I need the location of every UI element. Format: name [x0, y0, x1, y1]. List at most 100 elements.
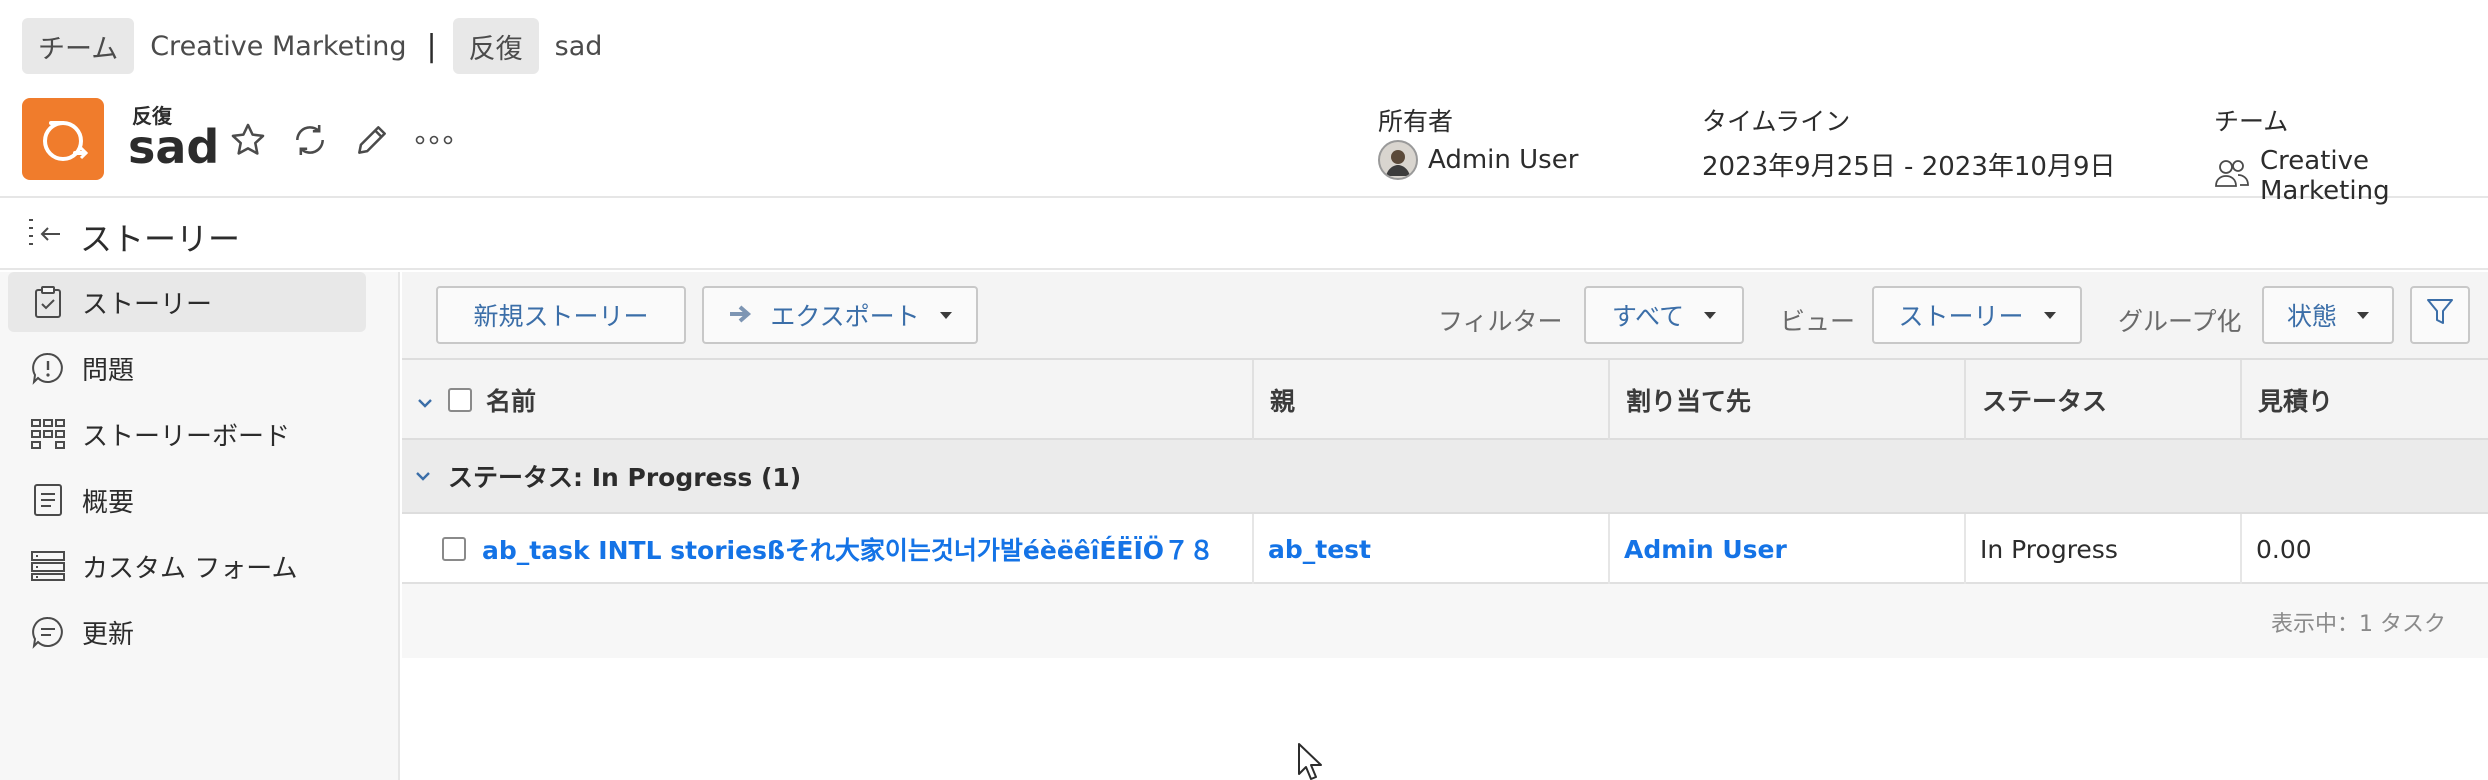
filter-label: フィルター — [1438, 307, 1563, 336]
export-label: エクスポート — [770, 302, 920, 331]
breadcrumb-iteration-name[interactable]: sad — [539, 31, 619, 62]
table-header: 名前 親 割り当て先 ステータス 見積り — [402, 360, 2488, 440]
story-name-link[interactable]: ab_task INTL storiesßそれ大家이는것너가발éèëêîÉËÏÖ… — [482, 531, 1214, 567]
cell-assignee: Admin User — [1610, 514, 1966, 584]
arrow-right-icon — [728, 301, 756, 330]
sidebar-item-issues[interactable]: 問題 — [8, 338, 366, 398]
table-row[interactable]: ab_task INTL storiesßそれ大家이는것너가발éèëêîÉËÏÖ… — [402, 514, 2488, 584]
chat-icon — [30, 614, 66, 650]
sidebar-item-label: 問題 — [82, 355, 135, 386]
timeline-value: 2023年9月25日 - 2023年10月9日 — [1702, 152, 2116, 182]
cell-name: ab_task INTL storiesßそれ大家이는것너가발éèëêîÉËÏÖ… — [402, 514, 1254, 584]
column-label: 親 — [1270, 387, 1296, 416]
section-header: ストーリー — [0, 200, 2488, 270]
sidebar-item-stories[interactable]: ストーリー — [8, 272, 366, 332]
breadcrumb-separator: | — [426, 28, 437, 64]
collapse-sidebar-icon[interactable] — [26, 216, 66, 252]
more-icon[interactable] — [414, 120, 454, 160]
pencil-icon[interactable] — [352, 120, 392, 160]
sidebar-item-overview[interactable]: 概要 — [8, 470, 366, 530]
column-parent[interactable]: 親 — [1254, 360, 1610, 440]
breadcrumb-team-label[interactable]: チーム — [22, 18, 135, 74]
header-actions — [228, 120, 454, 160]
owner-label: 所有者 — [1378, 107, 1454, 136]
estimate-value: 0.00 — [2256, 534, 2312, 564]
team-icon — [2214, 158, 2250, 195]
assignee-link[interactable]: Admin User — [1624, 535, 1787, 564]
chevron-down-icon — [939, 311, 952, 319]
group-dropdown[interactable]: 状態 — [2262, 286, 2394, 344]
timeline-label: タイムライン — [1702, 107, 1851, 136]
refresh-icon[interactable] — [290, 120, 330, 160]
funnel-icon — [2426, 297, 2454, 333]
group-value: 状態 — [2286, 302, 2337, 331]
group-row[interactable]: ステータス: In Progress (1) — [402, 440, 2488, 514]
sidebar-item-label: 概要 — [82, 487, 135, 518]
sidebar-item-storyboard[interactable]: ストーリーボード — [8, 404, 366, 464]
view-value: ストーリー — [1898, 302, 2024, 331]
row-count: 表示中：1 タスク — [2271, 612, 2446, 637]
timeline-field: タイムライン 2023年9月25日 - 2023年10月9日 — [1702, 102, 2116, 183]
form-icon — [30, 548, 66, 584]
row-checkbox[interactable] — [442, 537, 466, 561]
star-icon[interactable] — [228, 120, 268, 160]
chevron-down-icon[interactable] — [416, 386, 434, 415]
breadcrumb-team-name[interactable]: Creative Marketing — [134, 31, 422, 62]
column-estimate[interactable]: 見積り — [2242, 360, 2488, 440]
team-value[interactable]: Creative Marketing — [2260, 146, 2488, 206]
column-name[interactable]: 名前 — [402, 360, 1254, 440]
clipboard-check-icon — [30, 284, 66, 320]
column-label: 名前 — [486, 387, 537, 416]
column-label: ステータス — [1982, 387, 2108, 416]
chevron-down-icon[interactable] — [414, 470, 432, 482]
object-header: 反復 sad 所有者 Admin User タイムライン 2023年9月25日 … — [0, 80, 2488, 206]
group-title: ステータス: In Progress (1) — [448, 463, 802, 492]
export-button[interactable]: エクスポート — [702, 286, 978, 344]
new-story-button[interactable]: 新規ストーリー — [436, 286, 686, 344]
avatar[interactable] — [1378, 140, 1418, 180]
chevron-down-icon — [2043, 311, 2056, 319]
sidebar-item-label: カスタム フォーム — [82, 553, 298, 584]
cell-status[interactable]: In Progress — [1966, 514, 2242, 584]
group-label: グループ化 — [2118, 307, 2242, 336]
team-label: チーム — [2214, 107, 2289, 136]
document-icon — [30, 482, 66, 518]
column-label: 見積り — [2258, 387, 2334, 416]
board-icon — [30, 416, 66, 452]
filter-dropdown[interactable]: すべて — [1584, 286, 1744, 344]
owner-field: 所有者 Admin User — [1378, 102, 1578, 180]
breadcrumb-iteration-label[interactable]: 反復 — [452, 18, 539, 74]
column-label: 割り当て先 — [1626, 387, 1752, 416]
status-value: In Progress — [1980, 534, 2118, 564]
sidebar: ストーリー 問題 ストーリーボード 概要 カスタム フォーム 更新 — [0, 272, 400, 780]
sidebar-item-label: 更新 — [82, 619, 135, 650]
sidebar-item-label: ストーリーボード — [82, 421, 291, 452]
sidebar-item-updates[interactable]: 更新 — [8, 602, 366, 662]
breadcrumb: チーム Creative Marketing | 反復 sad — [22, 18, 618, 74]
iteration-icon — [22, 98, 104, 180]
view-dropdown[interactable]: ストーリー — [1872, 286, 2082, 344]
mouse-cursor-icon — [1296, 742, 1324, 780]
section-title: ストーリー — [80, 220, 241, 258]
column-assignee[interactable]: 割り当て先 — [1610, 360, 1966, 440]
chevron-down-icon — [2357, 311, 2369, 319]
toolbar: 新規ストーリー エクスポート フィルター すべて ビュー ストーリー グループ化… — [402, 272, 2488, 360]
issue-icon — [30, 350, 66, 386]
new-story-label: 新規ストーリー — [473, 302, 649, 331]
main-content: 新規ストーリー エクスポート フィルター すべて ビュー ストーリー グループ化… — [402, 272, 2488, 780]
parent-link[interactable]: ab_test — [1268, 535, 1371, 564]
filter-toggle-button[interactable] — [2410, 286, 2470, 344]
cell-estimate[interactable]: 0.00 — [2242, 514, 2488, 584]
page-title: sad — [128, 120, 220, 174]
owner-name[interactable]: Admin User — [1428, 145, 1578, 175]
team-field: チーム Creative Marketing — [2214, 102, 2488, 206]
chevron-down-icon — [1704, 311, 1717, 319]
sidebar-item-label: ストーリー — [82, 289, 213, 320]
filter-value: すべて — [1611, 302, 1685, 331]
sidebar-item-custom-forms[interactable]: カスタム フォーム — [8, 536, 366, 596]
story-table: 名前 親 割り当て先 ステータス 見積り ステータス: In Progress … — [402, 360, 2488, 658]
table-footer: 表示中：1 タスク — [402, 584, 2488, 658]
select-all-checkbox[interactable] — [448, 388, 472, 412]
cell-parent: ab_test — [1254, 514, 1610, 584]
column-status[interactable]: ステータス — [1966, 360, 2242, 440]
